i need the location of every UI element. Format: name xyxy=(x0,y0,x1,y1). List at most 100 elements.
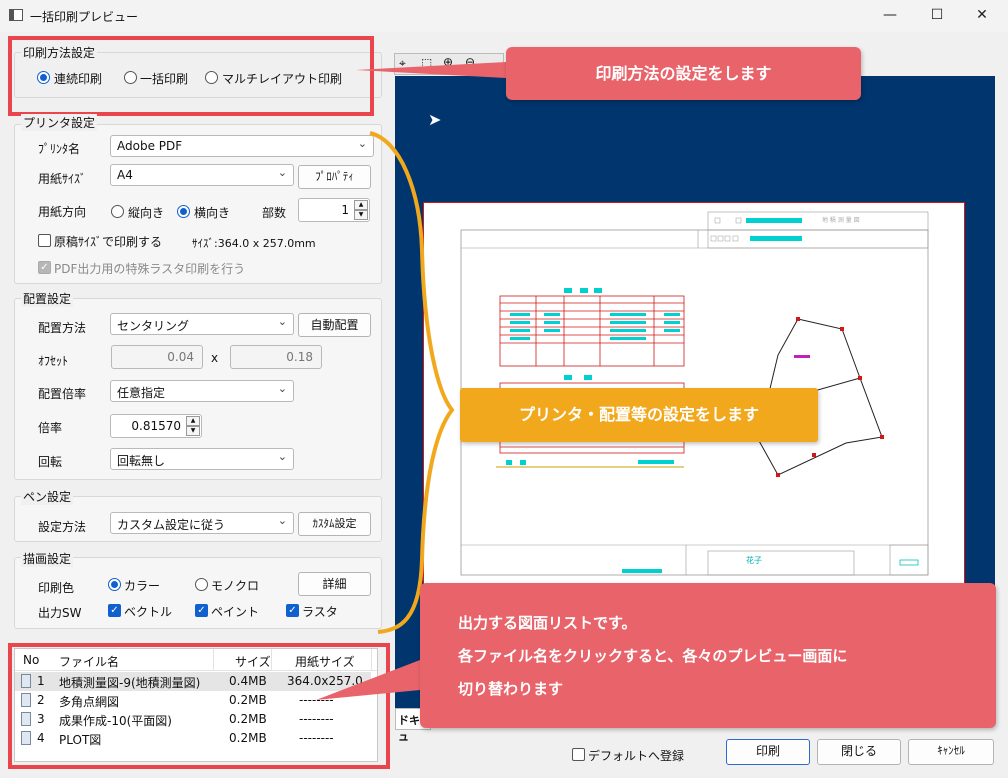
size-readout: ｻｲｽﾞ:364.0 x 257.0mm xyxy=(192,237,316,250)
chevron-down-icon: ⌄ xyxy=(277,166,287,179)
chevron-down-icon: ⌄ xyxy=(277,450,287,463)
custom-setting-button[interactable]: ｶｽﾀﾑ設定 xyxy=(298,512,371,536)
raster-label: ラスタ xyxy=(302,605,338,619)
mouse-cursor-icon: ➤ xyxy=(428,110,442,129)
offset-x-input[interactable]: 0.04 xyxy=(111,345,203,369)
fit-icon[interactable]: ⬚ xyxy=(421,56,432,70)
paper-size-value: A4 xyxy=(117,168,133,182)
label-color: カラー xyxy=(124,579,161,593)
vector-checkbox[interactable]: ✓ xyxy=(108,604,121,617)
layout-method-value: センタリング xyxy=(117,319,190,333)
print-method-highlight xyxy=(8,36,374,116)
callout-file-list: 出力する図面リストです。 各ファイル名をクリックすると、各々のプレビュー画面に … xyxy=(420,583,996,728)
output-sw-label: 出力SW xyxy=(38,606,82,620)
spin-up-icon[interactable]: ▲ xyxy=(186,416,200,426)
callout-print-method-text: 印刷方法の設定をします xyxy=(595,64,772,83)
offset-separator: x xyxy=(211,351,219,365)
original-size-checkbox[interactable] xyxy=(38,234,51,247)
title-block-text: 地 積 測 量 図 xyxy=(822,216,860,224)
offset-y-input[interactable]: 0.18 xyxy=(230,345,322,369)
chevron-down-icon: ⌄ xyxy=(277,315,287,328)
title-bar: 一括印刷プレビュー — ☐ ✕ xyxy=(0,0,1008,32)
file-list-highlight xyxy=(8,643,390,769)
printer-name-label: ﾌﾟﾘﾝﾀ名 xyxy=(38,142,81,156)
raster-checkbox[interactable]: ✓ xyxy=(286,604,299,617)
scale-mode-select[interactable]: 任意指定 ⌄ xyxy=(110,380,294,402)
callout-print-method: 印刷方法の設定をします xyxy=(506,47,861,100)
copies-value: 1 xyxy=(341,203,349,217)
zoom-in-icon[interactable]: ⊕ xyxy=(443,55,453,69)
copies-label: 部数 xyxy=(262,206,287,220)
callout-file-list-line2: 各ファイル名をクリックすると、各々のプレビュー画面に xyxy=(458,647,848,665)
label-portrait: 縦向き xyxy=(128,206,165,220)
layout-title: 配置設定 xyxy=(21,290,74,307)
layout-method-select[interactable]: センタリング ⌄ xyxy=(110,313,294,335)
author-stamp-text: 花子 xyxy=(746,555,762,565)
pen-title: ペン設定 xyxy=(21,488,74,505)
offset-x-value: 0.04 xyxy=(167,350,194,364)
app-icon xyxy=(9,9,23,21)
auto-layout-button[interactable]: 自動配置 xyxy=(298,313,371,337)
scale-mode-value: 任意指定 xyxy=(117,386,166,400)
detail-button[interactable]: 詳細 xyxy=(298,572,371,596)
minimize-button[interactable]: — xyxy=(870,4,910,28)
printer-name-select[interactable]: Adobe PDF ⌄ xyxy=(110,135,374,157)
rotate-value: 回転無し xyxy=(117,454,166,468)
paint-checkbox[interactable]: ✓ xyxy=(195,604,208,617)
print-color-label: 印刷色 xyxy=(38,581,75,595)
draw-title: 描画設定 xyxy=(21,550,74,567)
printer-name-value: Adobe PDF xyxy=(117,139,183,153)
radio-mono[interactable] xyxy=(195,578,208,591)
callout-printer-layout: プリンタ・配置等の設定をします xyxy=(460,388,818,442)
select-icon[interactable]: ⌖ xyxy=(399,56,406,71)
spin-up-icon[interactable]: ▲ xyxy=(354,200,368,210)
spin-down-icon[interactable]: ▼ xyxy=(354,210,368,220)
layout-method-label: 配置方法 xyxy=(38,321,87,335)
close-button[interactable]: ✕ xyxy=(962,4,1002,28)
original-size-label: 原稿ｻｲｽﾞで印刷する xyxy=(54,235,163,249)
default-register-label: デフォルトへ登録 xyxy=(588,749,685,763)
preview-toolbar: ⌖ ⬚ ⊕ ⊖ xyxy=(394,53,504,75)
print-button[interactable]: 印刷 xyxy=(726,739,810,765)
pdf-raster-label: PDF出力用の特殊ラスタ印刷を行う xyxy=(54,262,246,276)
radio-portrait[interactable] xyxy=(111,205,124,218)
label-mono: モノクロ xyxy=(211,579,260,593)
doc-tab-label: ドキュ xyxy=(398,714,420,743)
close-dialog-button[interactable]: 閉じる xyxy=(817,739,901,765)
zoom-out-icon[interactable]: ⊖ xyxy=(465,55,475,69)
chevron-down-icon: ⌄ xyxy=(277,514,287,527)
pdf-raster-checkbox[interactable]: ✓ xyxy=(38,261,51,274)
scale-label: 倍率 xyxy=(38,421,63,435)
chevron-down-icon: ⌄ xyxy=(277,382,287,395)
scale-value: 0.81570 xyxy=(131,419,181,433)
spin-down-icon[interactable]: ▼ xyxy=(186,426,200,436)
chevron-down-icon: ⌄ xyxy=(357,137,367,150)
callout-file-list-line1: 出力する図面リストです。 xyxy=(458,614,637,632)
pen-method-value: カスタム設定に従う xyxy=(117,518,226,532)
rotate-select[interactable]: 回転無し ⌄ xyxy=(110,448,294,470)
window-title: 一括印刷プレビュー xyxy=(30,10,139,24)
rotate-label: 回転 xyxy=(38,455,63,469)
radio-landscape[interactable] xyxy=(177,205,190,218)
printer-title: プリンタ設定 xyxy=(21,114,98,131)
default-register-checkbox[interactable] xyxy=(572,748,585,761)
copies-spinner[interactable]: 1 ▲ ▼ xyxy=(298,198,370,222)
paint-label: ペイント xyxy=(211,605,260,619)
maximize-button[interactable]: ☐ xyxy=(917,4,957,28)
cancel-button[interactable]: ｷｬﾝｾﾙ xyxy=(908,739,994,765)
pen-method-label: 設定方法 xyxy=(38,520,87,534)
paper-size-label: 用紙ｻｲｽﾞ xyxy=(38,172,87,186)
property-button[interactable]: ﾌﾟﾛﾊﾟﾃｨ xyxy=(298,165,371,189)
orientation-label: 用紙方向 xyxy=(38,205,87,219)
paper-size-select[interactable]: A4 ⌄ xyxy=(110,164,294,186)
radio-color[interactable] xyxy=(108,578,121,591)
offset-label: ｵﾌｾｯﾄ xyxy=(38,354,69,368)
pen-method-select[interactable]: カスタム設定に従う ⌄ xyxy=(110,512,294,534)
offset-y-value: 0.18 xyxy=(286,350,313,364)
vector-label: ベクトル xyxy=(124,605,173,619)
label-landscape: 横向き xyxy=(194,206,231,220)
scale-spinner[interactable]: 0.81570 ▲ ▼ xyxy=(110,414,202,438)
callout-file-list-line3: 切り替わります xyxy=(458,680,564,698)
scale-mode-label: 配置倍率 xyxy=(38,387,87,401)
callout-printer-layout-text: プリンタ・配置等の設定をします xyxy=(518,405,759,424)
